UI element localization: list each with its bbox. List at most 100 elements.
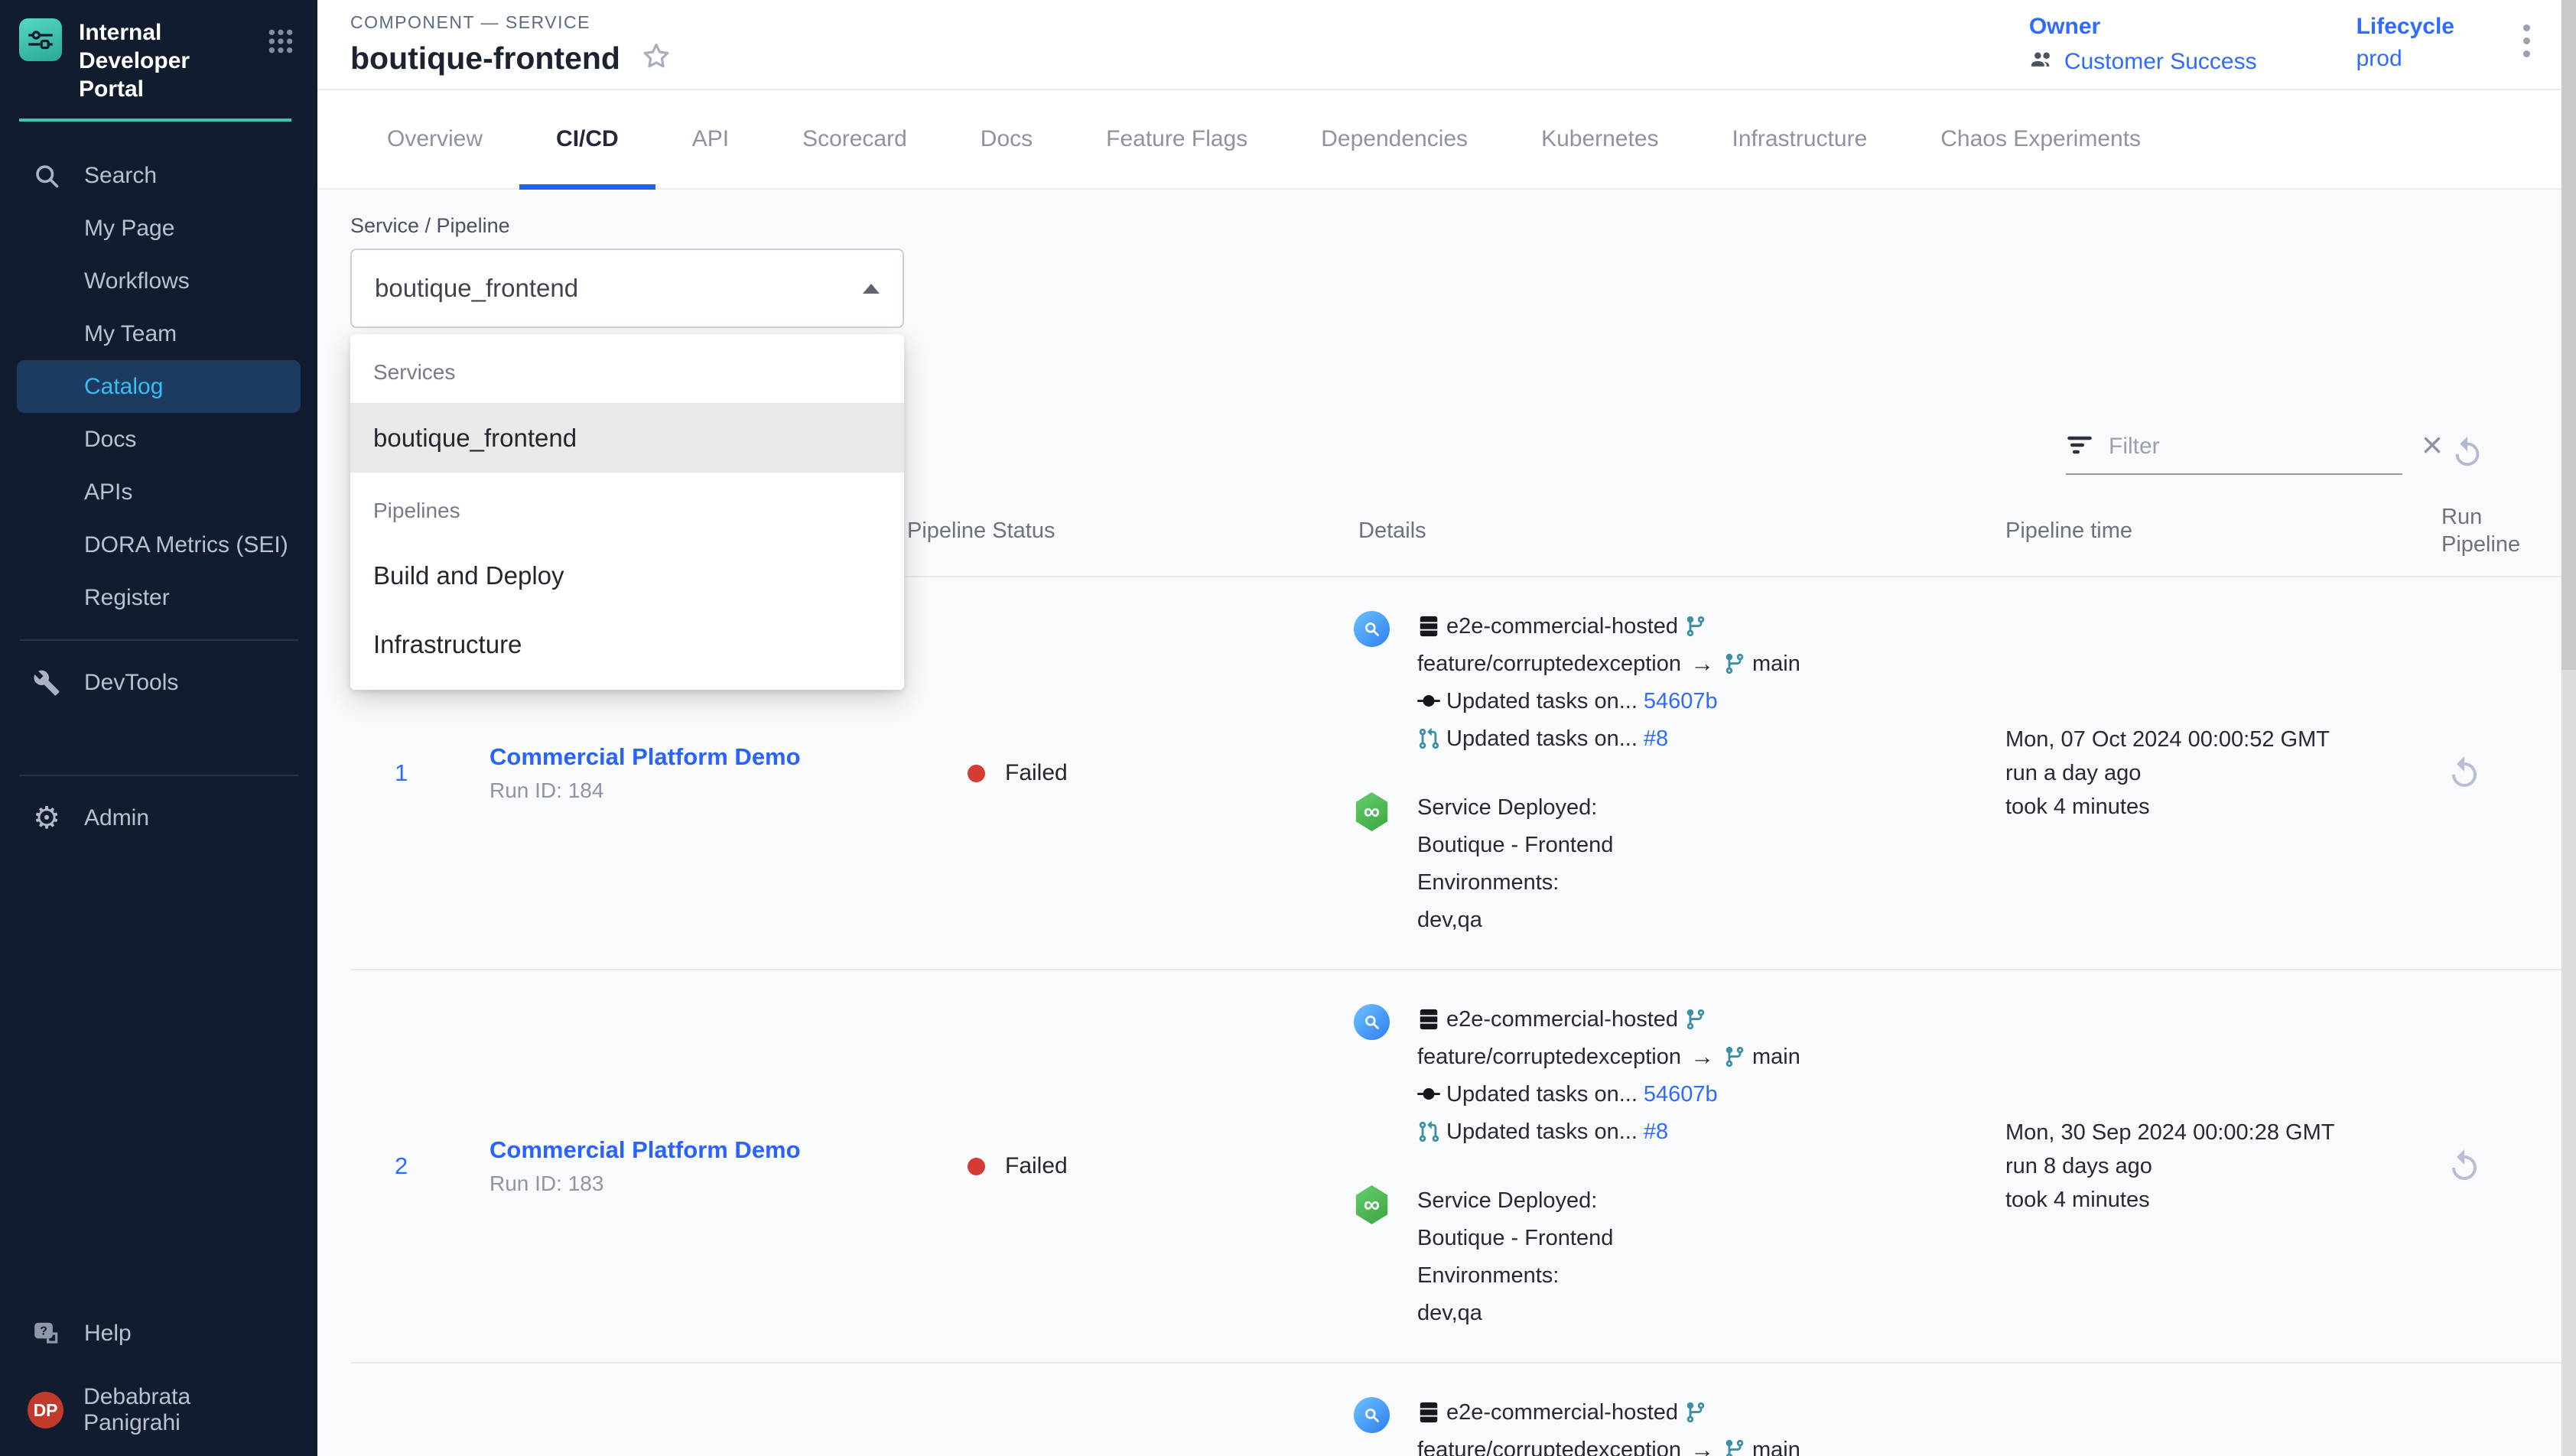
sidebar-item-dora-metrics[interactable]: DORA Metrics (SEI) — [17, 518, 301, 571]
run-details: e2e-commercial-hosted feature/corruptede… — [1354, 970, 1989, 1362]
repo-icon — [1417, 1401, 1440, 1424]
tab-feature-flags[interactable]: Feature Flags — [1069, 90, 1284, 188]
git-branch-icon — [1684, 1401, 1707, 1424]
pipeline-picker-label: Service / Pipeline — [350, 214, 2561, 238]
run-id: Run ID: 183 — [490, 1172, 903, 1196]
cicd-content: Service / Pipeline boutique_frontend Ser… — [317, 190, 2576, 1456]
tab-cicd[interactable]: CI/CD — [519, 90, 655, 188]
arrow-right-icon: → — [1687, 1043, 1717, 1071]
owner-block: Owner Customer Success — [2029, 14, 2257, 78]
sidebar-item-docs[interactable]: Docs — [17, 413, 301, 466]
owner-link[interactable]: Customer Success — [2064, 49, 2257, 75]
tab-kubernetes[interactable]: Kubernetes — [1504, 90, 1695, 188]
git-commit-icon — [1417, 1083, 1440, 1106]
commit-link[interactable]: 54607b — [1644, 1082, 1718, 1107]
user-menu[interactable]: DP Debabrata Panigrahi — [17, 1384, 301, 1436]
time-duration: took 4 minutes — [2005, 1188, 2356, 1213]
clear-filter-icon[interactable] — [2419, 432, 2445, 462]
table-row: 3 Commercial Platform Demo Run ID: 182 F… — [350, 1362, 2561, 1456]
sidebar-item-apis[interactable]: APIs — [17, 466, 301, 518]
idp-logo-icon — [19, 18, 62, 61]
pr-link[interactable]: #8 — [1644, 1120, 1668, 1145]
help-button[interactable]: ? Help — [17, 1307, 301, 1360]
ci-stage-icon — [1354, 611, 1390, 647]
tab-docs[interactable]: Docs — [944, 90, 1069, 188]
pipeline-status: Failed — [903, 760, 1354, 786]
gear-icon: ⚙ — [28, 803, 66, 834]
entity-tabs: Overview CI/CD API Scorecard Docs Featur… — [317, 90, 2576, 190]
status-label: Failed — [1005, 760, 1068, 786]
apps-grid-icon[interactable] — [265, 26, 296, 60]
tab-api[interactable]: API — [655, 90, 766, 188]
pipeline-name-link[interactable]: Commercial Platform Demo — [490, 1136, 903, 1164]
sidebar-item-label: DORA Metrics (SEI) — [84, 532, 288, 558]
pr-message: Updated tasks on... — [1446, 726, 1638, 752]
dropdown-option-boutique-frontend[interactable]: boutique_frontend — [350, 404, 904, 473]
help-label: Help — [84, 1321, 132, 1347]
sidebar-divider — [19, 639, 298, 641]
tab-scorecard[interactable]: Scorecard — [766, 90, 944, 188]
source-branch: feature/corruptedexception — [1417, 652, 1681, 677]
environments-value: dev,qa — [1417, 1301, 1482, 1326]
sidebar-item-label: Register — [84, 585, 170, 611]
refresh-icon[interactable] — [2450, 435, 2485, 470]
row-serial: 2 — [350, 1152, 480, 1180]
dropdown-option-build-and-deploy[interactable]: Build and Deploy — [350, 541, 904, 610]
rerun-pipeline-icon[interactable] — [2446, 1148, 2483, 1185]
rerun-pipeline-icon[interactable] — [2446, 755, 2483, 791]
sidebar-item-label: Search — [84, 163, 157, 189]
sidebar-item-my-team[interactable]: My Team — [17, 307, 301, 360]
entity-header: COMPONENT — SERVICE boutique-frontend Ow… — [317, 0, 2576, 90]
deploy-label: Service Deployed: — [1417, 795, 1597, 821]
environments-label: Environments: — [1417, 870, 1559, 895]
app-window: Internal Developer Portal Search — [0, 0, 2576, 1456]
pipeline-time: Mon, 30 Sep 2024 00:00:28 GMT run 8 days… — [1989, 1120, 2356, 1213]
pipeline-name-link[interactable]: Commercial Platform Demo — [490, 743, 903, 771]
pipeline-dropdown-menu: Services boutique_frontend Pipelines Bui… — [350, 334, 904, 690]
lifecycle-value: prod — [2356, 46, 2402, 72]
user-name: Debabrata Panigrahi — [83, 1384, 290, 1436]
sidebar-item-my-page[interactable]: My Page — [17, 202, 301, 255]
pipeline-select-value: boutique_frontend — [375, 274, 578, 303]
cd-stage-icon: ∞ — [1354, 1185, 1390, 1224]
sidebar-item-search[interactable]: Search — [17, 149, 301, 202]
sidebar-item-devtools[interactable]: DevTools — [17, 656, 301, 709]
people-icon — [2029, 46, 2055, 78]
run-details: e2e-commercial-hosted feature/corruptede… — [1354, 577, 1989, 969]
tab-infrastructure[interactable]: Infrastructure — [1696, 90, 1904, 188]
sidebar-item-register[interactable]: Register — [17, 571, 301, 624]
repo-name: e2e-commercial-hosted — [1446, 1400, 1678, 1425]
repo-icon — [1417, 615, 1440, 638]
pull-request-icon — [1417, 727, 1440, 750]
column-header-details: Details — [1354, 518, 1989, 544]
filter-input[interactable] — [2109, 434, 2404, 460]
arrow-right-icon: → — [1687, 1436, 1717, 1456]
source-branch: feature/corruptedexception — [1417, 1438, 1681, 1456]
dropdown-option-infrastructure[interactable]: Infrastructure — [350, 610, 904, 679]
status-label: Failed — [1005, 1153, 1068, 1179]
target-branch: main — [1752, 652, 1800, 677]
sidebar-item-catalog[interactable]: Catalog — [17, 360, 301, 413]
sidebar-item-admin[interactable]: ⚙ Admin — [17, 791, 301, 844]
tab-overview[interactable]: Overview — [350, 90, 519, 188]
svg-text:?: ? — [40, 1324, 47, 1337]
sidebar-item-label: DevTools — [84, 670, 178, 696]
lifecycle-label: Lifecycle — [2356, 14, 2454, 40]
git-branch-icon — [1684, 1008, 1707, 1031]
commit-message: Updated tasks on... — [1446, 1082, 1638, 1107]
tab-chaos-experiments[interactable]: Chaos Experiments — [1904, 90, 2178, 188]
cd-stage-icon: ∞ — [1354, 792, 1390, 831]
sidebar-item-workflows[interactable]: Workflows — [17, 255, 301, 307]
vertical-scrollbar[interactable] — [2561, 0, 2576, 1456]
pipeline-time: Mon, 07 Oct 2024 00:00:52 GMT run a day … — [1989, 727, 2356, 820]
time-absolute: Mon, 07 Oct 2024 00:00:52 GMT — [2005, 727, 2356, 752]
pipeline-select[interactable]: boutique_frontend — [350, 249, 904, 328]
sidebar-item-label: My Page — [84, 216, 174, 242]
time-relative: run 8 days ago — [2005, 1154, 2356, 1179]
lifecycle-block: Lifecycle prod — [2356, 14, 2454, 72]
tab-dependencies[interactable]: Dependencies — [1284, 90, 1504, 188]
more-options-kebab-icon[interactable] — [2523, 24, 2530, 57]
commit-link[interactable]: 54607b — [1644, 689, 1718, 714]
pr-link[interactable]: #8 — [1644, 726, 1668, 752]
favorite-star-icon[interactable] — [640, 41, 672, 76]
